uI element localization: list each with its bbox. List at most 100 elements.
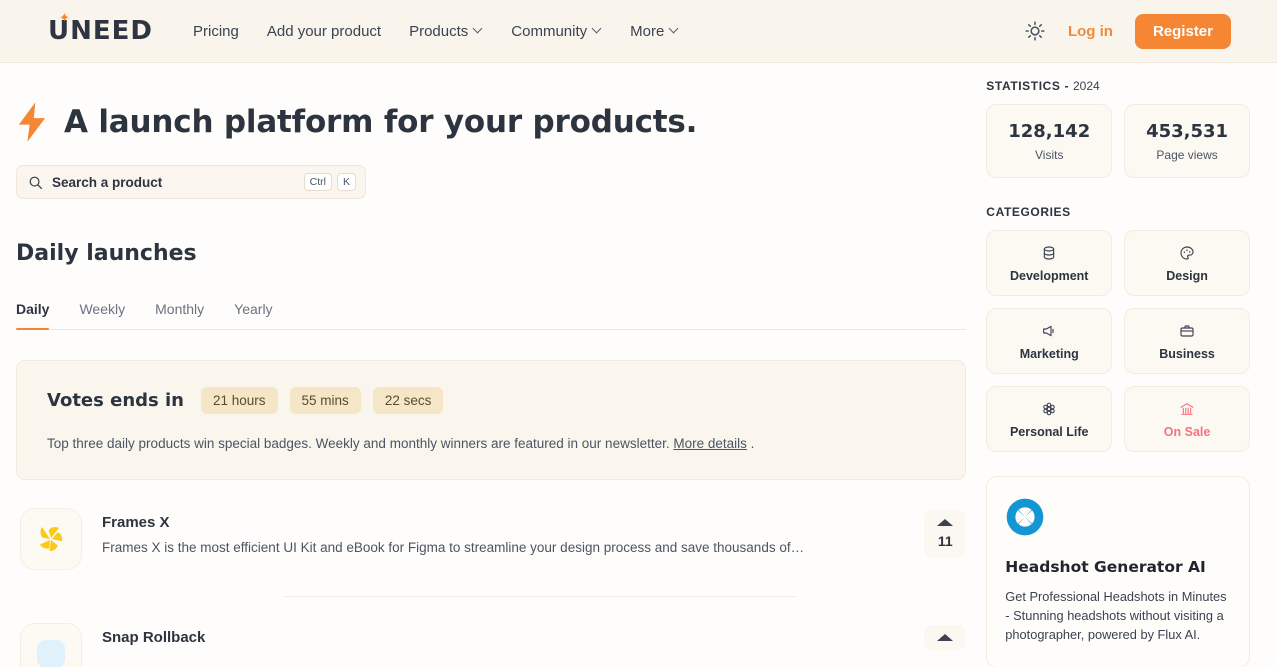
header-actions: Log in Register <box>1024 13 1231 49</box>
search-shortcut: Ctrl K <box>303 172 356 192</box>
countdown-hours: 21 hours <box>200 387 278 414</box>
product-icon <box>20 623 82 667</box>
nav-item-add-your-product[interactable]: Add your product <box>267 23 381 40</box>
database-icon <box>987 244 1111 261</box>
votes-banner-title: Votes ends in <box>47 390 184 411</box>
list-divider <box>284 596 796 597</box>
nav-item-more[interactable]: More <box>630 23 679 40</box>
nav-item-products[interactable]: Products <box>409 23 483 40</box>
votes-note-text: Top three daily products win special bad… <box>47 436 670 451</box>
product-name[interactable]: Snap Rollback <box>102 629 904 646</box>
product-row[interactable]: Frames X Frames X is the most efficient … <box>16 508 967 570</box>
search-icon <box>29 176 43 189</box>
login-link[interactable]: Log in <box>1068 23 1113 40</box>
product-info: Snap Rollback <box>102 623 904 646</box>
headshot-generator-logo <box>1006 498 1044 536</box>
kbd-k: K <box>336 172 356 192</box>
product-icon <box>20 508 82 570</box>
product-description: Frames X is the most efficient UI Kit an… <box>102 540 805 555</box>
categories-grid: Development Design Marketing Business Pe… <box>986 230 1250 452</box>
megaphone-icon <box>987 322 1111 339</box>
stat-label: Page views <box>1156 148 1218 162</box>
chevron-down-icon <box>593 25 602 34</box>
statistics-cards: 128,142 Visits 453,531 Page views <box>986 104 1251 178</box>
categories-label: CATEGORIES <box>986 205 1071 219</box>
site-logo[interactable]: ✦ UNEED <box>48 11 153 46</box>
stat-value: 453,531 <box>1146 121 1229 142</box>
nav-item-community[interactable]: Community <box>511 23 602 40</box>
nav-label: Add your product <box>266 22 382 40</box>
tab-monthly[interactable]: Monthly <box>155 301 204 329</box>
category-label: On Sale <box>1163 425 1211 439</box>
primary-nav: Pricing Add your product Products Commun… <box>193 23 679 40</box>
frames-x-logo <box>40 527 63 552</box>
flower-icon <box>987 400 1111 417</box>
tab-daily[interactable]: Daily <box>16 301 50 330</box>
site-header: ✦ UNEED Pricing Add your product Product… <box>0 0 1277 63</box>
more-details-link[interactable]: More details <box>673 436 747 451</box>
vote-count: 11 <box>937 533 953 549</box>
countdown-minutes: 55 mins <box>289 387 361 414</box>
upvote-button[interactable]: 11 <box>924 510 967 558</box>
tab-weekly[interactable]: Weekly <box>79 301 125 329</box>
bank-icon <box>1125 400 1249 417</box>
statistics-year: 2024 <box>1073 79 1100 93</box>
votes-banner-note: Top three daily products win special bad… <box>47 436 935 451</box>
statistics-label-text: STATISTICS - <box>986 79 1070 93</box>
main-column: A launch platform for your products. Sea… <box>16 63 967 667</box>
votes-countdown: Votes ends in 21 hours 55 mins 22 secs <box>47 387 935 414</box>
sun-icon[interactable] <box>1024 20 1046 42</box>
chevron-down-icon <box>474 25 483 34</box>
category-label: Development <box>1009 269 1089 283</box>
category-label: Marketing <box>1019 347 1079 361</box>
category-development[interactable]: Development <box>986 230 1113 296</box>
category-label: Business <box>1159 347 1215 361</box>
search-placeholder: Search a product <box>52 174 163 190</box>
page-body: A launch platform for your products. Sea… <box>0 63 1277 667</box>
category-label: Design <box>1166 269 1208 283</box>
stat-card-visits: 128,142 Visits <box>986 104 1113 178</box>
nav-label: Products <box>409 22 469 40</box>
upvote-triangle-icon <box>937 519 954 526</box>
votes-banner: Votes ends in 21 hours 55 mins 22 secs T… <box>16 360 967 480</box>
chevron-down-icon <box>670 25 679 34</box>
product-info: Frames X Frames X is the most efficient … <box>102 508 904 555</box>
sponsored-description: Get Professional Headshots in Minutes - … <box>1005 589 1227 643</box>
statistics-label: STATISTICS - 2024 <box>986 79 1250 93</box>
product-name[interactable]: Frames X <box>102 514 904 531</box>
palette-icon <box>1125 244 1249 261</box>
upvote-triangle-icon <box>937 634 954 641</box>
lightning-bolt-icon <box>18 102 46 142</box>
category-label: Personal Life <box>1009 425 1089 439</box>
nav-label: Community <box>511 22 588 40</box>
hero: A launch platform for your products. <box>16 101 966 143</box>
briefcase-icon <box>1125 322 1249 339</box>
page-title: A launch platform for your products. <box>64 104 698 140</box>
category-marketing[interactable]: Marketing <box>986 308 1113 374</box>
stat-label: Visits <box>1035 148 1064 162</box>
category-on-sale[interactable]: On Sale <box>1124 386 1250 452</box>
stat-card-page-views: 453,531 Page views <box>1124 104 1251 178</box>
votes-note-period: . <box>750 436 755 451</box>
nav-label: Pricing <box>192 22 239 40</box>
upvote-button[interactable] <box>924 625 967 650</box>
sidebar: STATISTICS - 2024 128,142 Visits 453,531… <box>986 63 1251 667</box>
category-business[interactable]: Business <box>1124 308 1250 374</box>
nav-label: More <box>630 22 665 40</box>
countdown-seconds: 22 secs <box>372 387 444 414</box>
nav-item-pricing[interactable]: Pricing <box>193 23 239 40</box>
sparkle-icon: ✦ <box>59 10 70 25</box>
snap-rollback-logo <box>37 640 65 667</box>
category-design[interactable]: Design <box>1124 230 1250 296</box>
search-input[interactable]: Search a product Ctrl K <box>16 165 366 199</box>
sponsored-product-card[interactable]: Headshot Generator AI Get Professional H… <box>986 476 1250 667</box>
register-button[interactable]: Register <box>1134 13 1231 49</box>
product-row[interactable]: Snap Rollback <box>16 623 967 667</box>
sponsored-title: Headshot Generator AI <box>1005 558 1206 576</box>
launches-tabs: Daily Weekly Monthly Yearly <box>16 301 967 330</box>
kbd-ctrl: Ctrl <box>303 172 332 192</box>
tab-yearly[interactable]: Yearly <box>234 301 272 329</box>
stat-value: 128,142 <box>1008 121 1091 142</box>
section-title: Daily launches <box>16 241 197 266</box>
category-personal-life[interactable]: Personal Life <box>986 386 1113 452</box>
